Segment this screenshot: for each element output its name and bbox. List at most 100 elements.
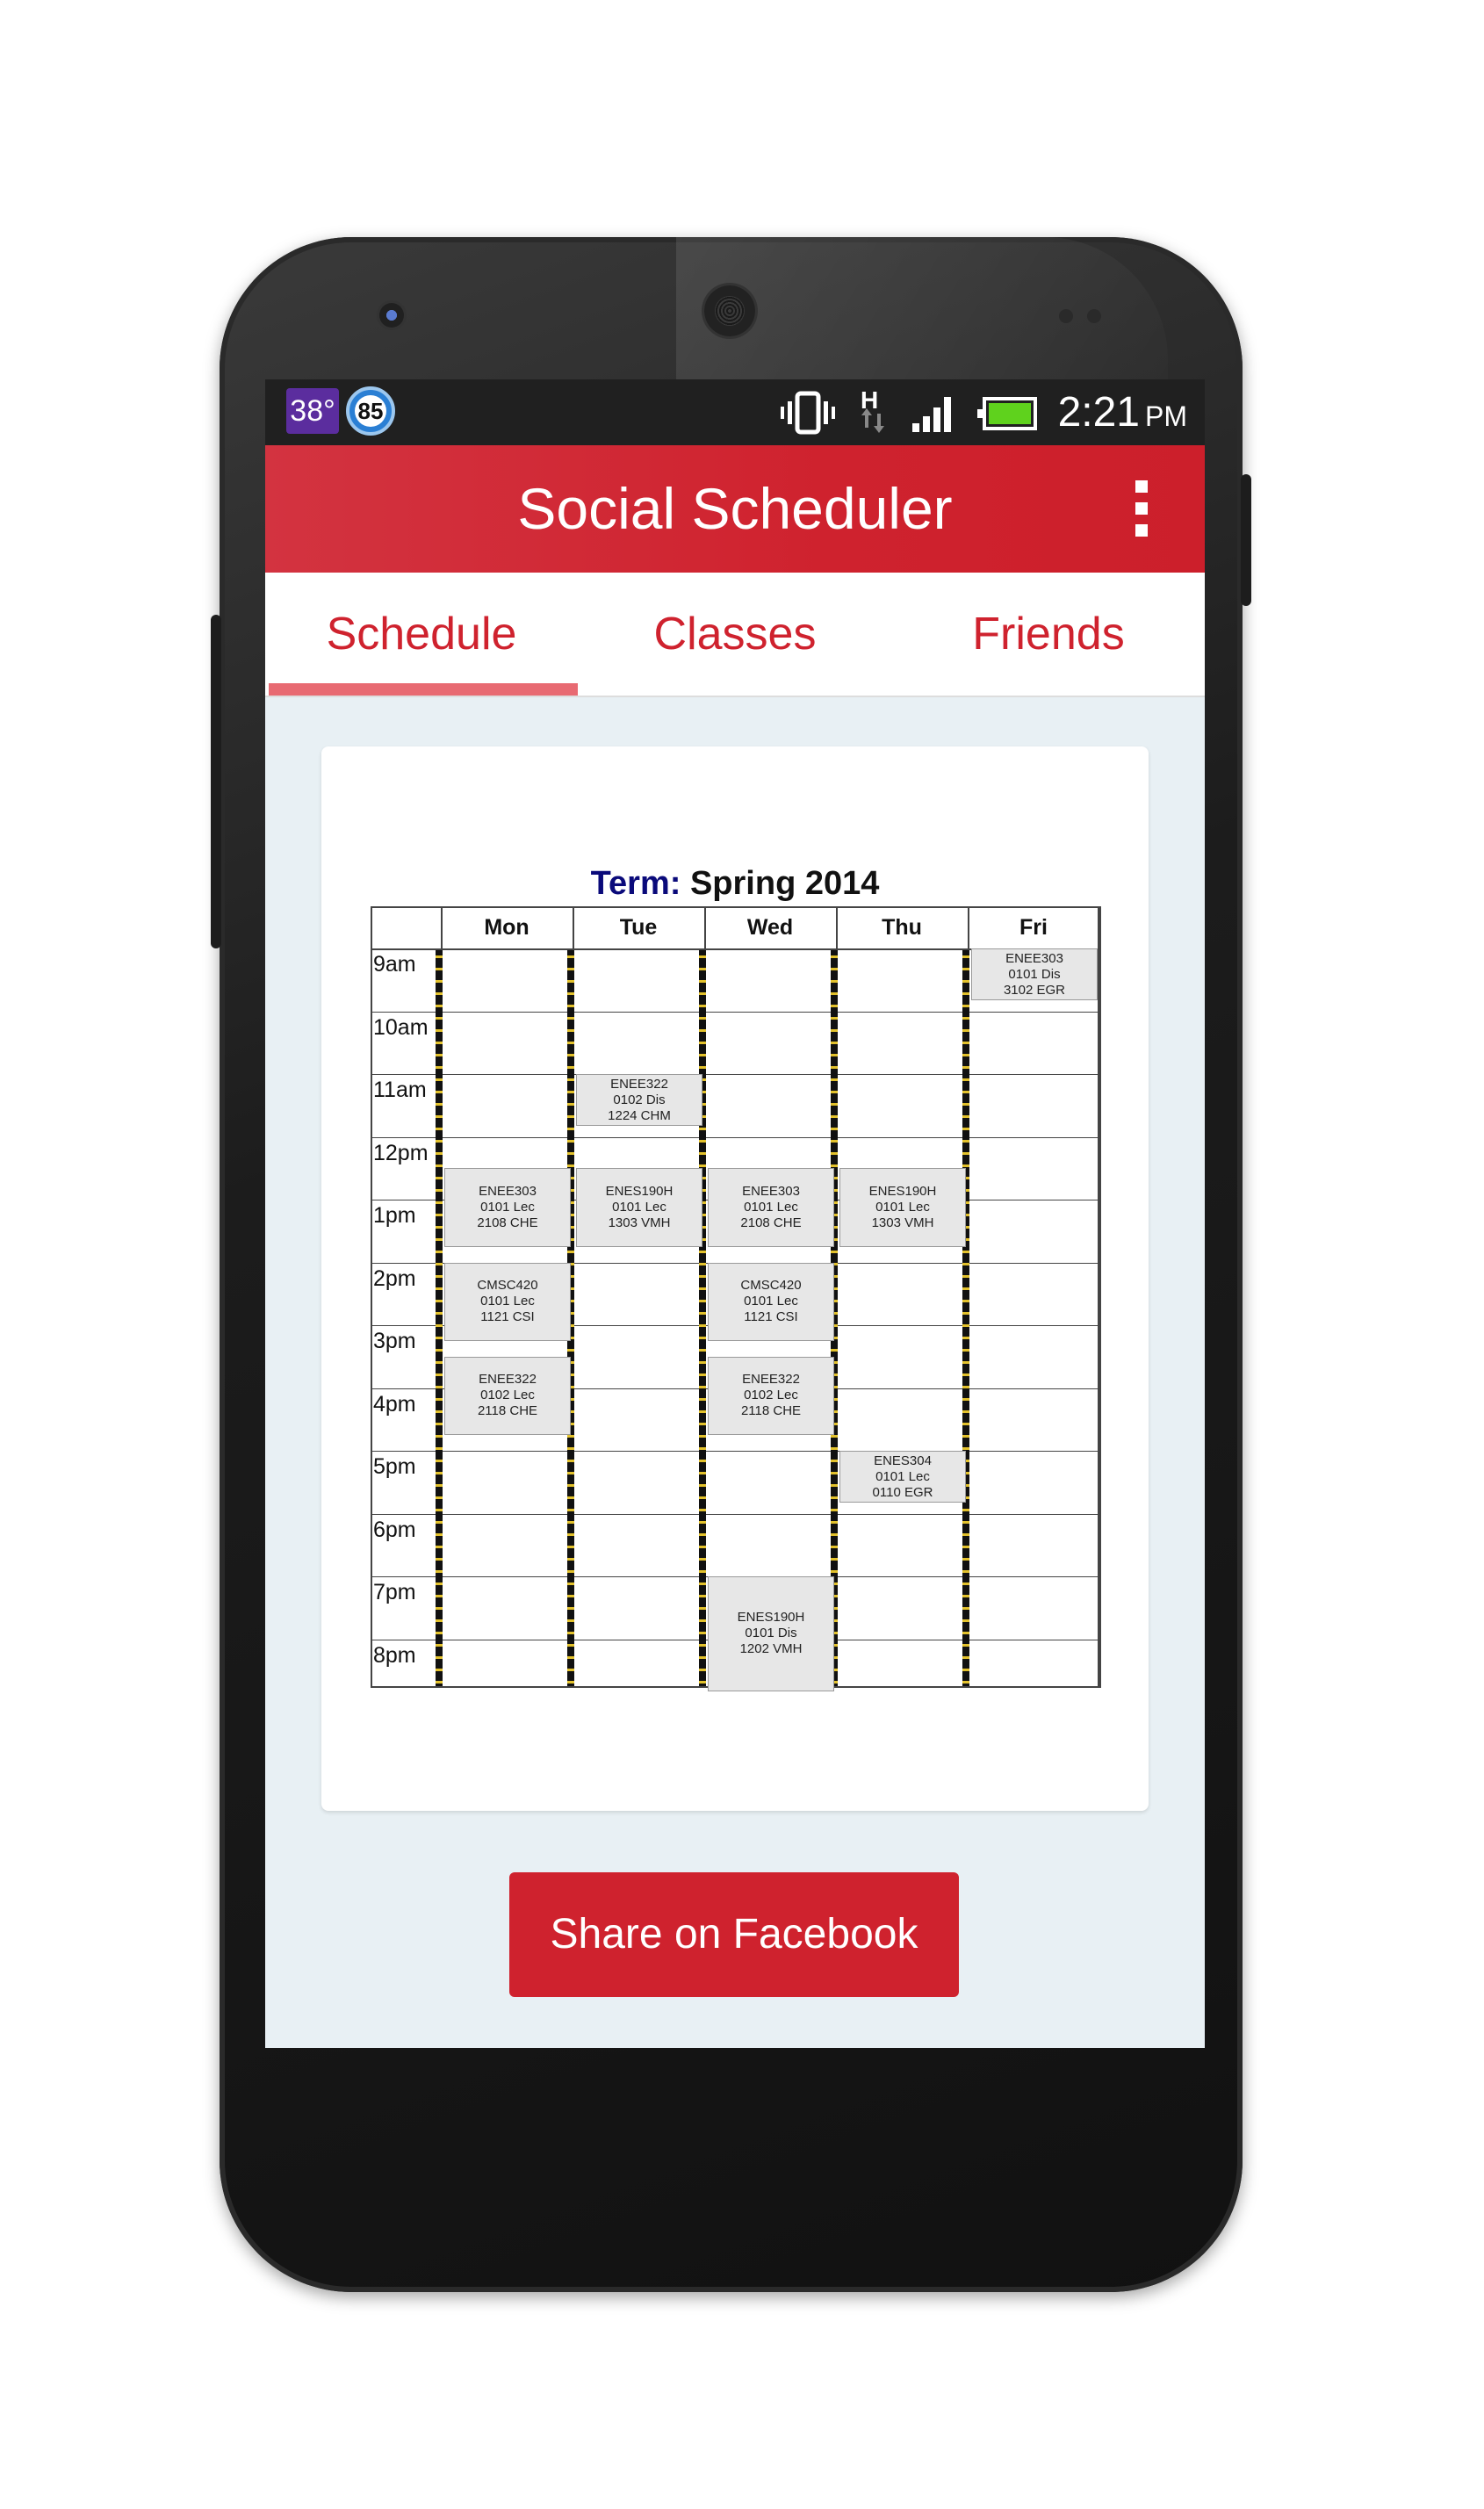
share-facebook-button[interactable]: Share on Facebook [509,1872,959,1997]
class-block-line: 0110 EGR [872,1484,933,1500]
light-sensor-icon [1087,309,1101,323]
power-button [1241,474,1251,606]
timeline-stripe [962,950,969,1686]
class-block-line: CMSC420 [740,1278,802,1294]
class-block-line: ENEE322 [610,1076,668,1092]
weather-temp-badge: 38° [286,388,339,434]
status-icons: H 2:21 PM [780,379,1187,445]
class-block-line: 0101 Dis [745,1626,797,1641]
tab-classes[interactable]: Classes [579,573,891,696]
time-label: 12pm [373,1140,429,1165]
class-block-line: ENEE303 [742,1183,800,1199]
grid-hour-line [371,1011,1099,1013]
grid-column-line [1099,906,1101,1688]
day-header: Wed [746,915,794,940]
schedule-card: Term: Spring 2014 Mon Tue Wed Thu Fri 9am 10am… [321,746,1149,1811]
class-block-line: 0102 Lec [480,1388,535,1403]
class-block-line: 3102 EGR [1003,982,1066,998]
volume-button [211,615,221,948]
earpiece-speaker-icon [704,285,755,336]
class-block-line: 0101 Dis [1008,966,1061,982]
time-label: 4pm [373,1391,416,1417]
vibrate-icon [780,391,835,434]
class-block-line: 0101 Lec [480,1294,535,1309]
class-block-line: ENEE303 [479,1183,537,1199]
time-label: 7pm [373,1580,416,1604]
class-block-line: 0101 Lec [612,1199,666,1215]
tab-schedule[interactable]: Schedule [265,573,578,696]
term-heading: Term: Spring 2014 [321,865,1149,903]
notification-count: 85 [355,395,386,427]
class-block-line: 1224 CHM [608,1107,671,1123]
class-block[interactable]: ENEE322 0102 Lec 2118 CHE [444,1356,571,1436]
app-title: Social Scheduler [517,476,953,541]
time-label: 1pm [373,1203,416,1228]
day-header: Fri [1019,915,1048,940]
class-block-line: 0102 Lec [744,1388,798,1403]
class-block-line: ENES190H [605,1183,674,1199]
signal-icon [911,396,951,432]
class-block[interactable]: ENES190H 0101 Lec 1303 VMH [839,1168,966,1247]
class-block[interactable]: ENES304 0101 Lec 0110 EGR [839,1451,966,1503]
class-block-line: 1121 CSI [744,1309,798,1325]
class-block[interactable]: ENES190H 0101 Lec 1303 VMH [576,1168,702,1247]
class-block-line: 1121 CSI [480,1309,535,1325]
class-block[interactable]: ENEE303 0101 Lec 2108 CHE [708,1168,834,1247]
time-label: 6pm [373,1517,416,1542]
grid-hour-line [371,1513,1099,1515]
app-bar: Social Scheduler [265,445,1205,573]
schedule-grid: Mon Tue Wed Thu Fri 9am 10am 11am 12pm 1pm 2pm 3pm 4… [371,906,1101,1691]
day-header: Thu [882,915,922,940]
class-block-line: 0101 Lec [875,1199,930,1215]
tab-bar: Schedule Classes Friends [265,573,1205,697]
class-block-line: CMSC420 [477,1278,538,1294]
class-block-line: 0101 Lec [744,1199,798,1215]
class-block[interactable]: ENEE322 0102 Dis 1224 CHM [576,1074,702,1127]
class-block-line: 1202 VMH [739,1641,803,1657]
timeline-stripe [436,950,443,1686]
class-block[interactable]: ENEE322 0102 Lec 2118 CHE [708,1356,834,1436]
class-block-line: ENES190H [737,1610,805,1626]
class-block-line: ENES190H [868,1183,937,1199]
class-block-line: 0101 Lec [480,1199,535,1215]
battery-icon [976,396,1037,430]
timeline-stripe [699,950,706,1686]
front-camera-icon [379,303,404,328]
status-bar: 38° 85 H 2:21 PM [265,379,1205,445]
notification-count-icon: 85 [346,386,395,436]
tab-friends[interactable]: Friends [892,573,1205,696]
class-block[interactable]: CMSC420 0101 Lec 1121 CSI [444,1262,571,1341]
class-block[interactable]: ENEE303 0101 Dis 3102 EGR [971,948,1098,1001]
grid-hour-line [371,1451,1099,1452]
class-block-line: ENEE322 [479,1372,537,1388]
class-block-line: 2108 CHE [477,1215,538,1230]
status-clock: 2:21 PM [1058,388,1187,436]
class-block[interactable]: ENEE303 0101 Lec 2108 CHE [444,1168,571,1247]
class-block[interactable]: CMSC420 0101 Lec 1121 CSI [708,1262,834,1341]
class-block-line: 2108 CHE [740,1215,802,1230]
svg-text:H: H [861,386,878,414]
class-block[interactable]: ENES190H 0101 Dis 1202 VMH [708,1576,834,1691]
time-label: 9am [373,952,416,977]
class-block-line: ENES304 [874,1453,932,1468]
clock-ampm: PM [1145,400,1187,432]
app-screen: 38° 85 H 2:21 PM Social Scheduler Schedu… [265,379,1205,2048]
class-block-line: 1303 VMH [608,1215,671,1230]
time-label: 2pm [373,1265,416,1291]
network-h-icon: H [861,386,884,433]
class-block-line: ENEE303 [1005,950,1063,966]
term-value: Spring 2014 [689,865,880,902]
day-header: Mon [484,915,529,940]
term-label: Term: [590,865,681,902]
class-block-line: 2118 CHE [740,1403,802,1419]
class-block-line: 2118 CHE [477,1403,538,1419]
proximity-sensor-icon [1059,309,1073,323]
overflow-menu-icon[interactable] [1131,480,1152,537]
class-block-line: 0102 Dis [613,1092,666,1107]
class-block-line: 0101 Lec [875,1468,930,1484]
grid-border-left [371,906,372,1688]
grid-hour-line [371,1074,1099,1075]
time-label: 11am [373,1078,427,1102]
class-block-line: ENEE322 [742,1372,800,1388]
time-label: 5pm [373,1454,416,1479]
